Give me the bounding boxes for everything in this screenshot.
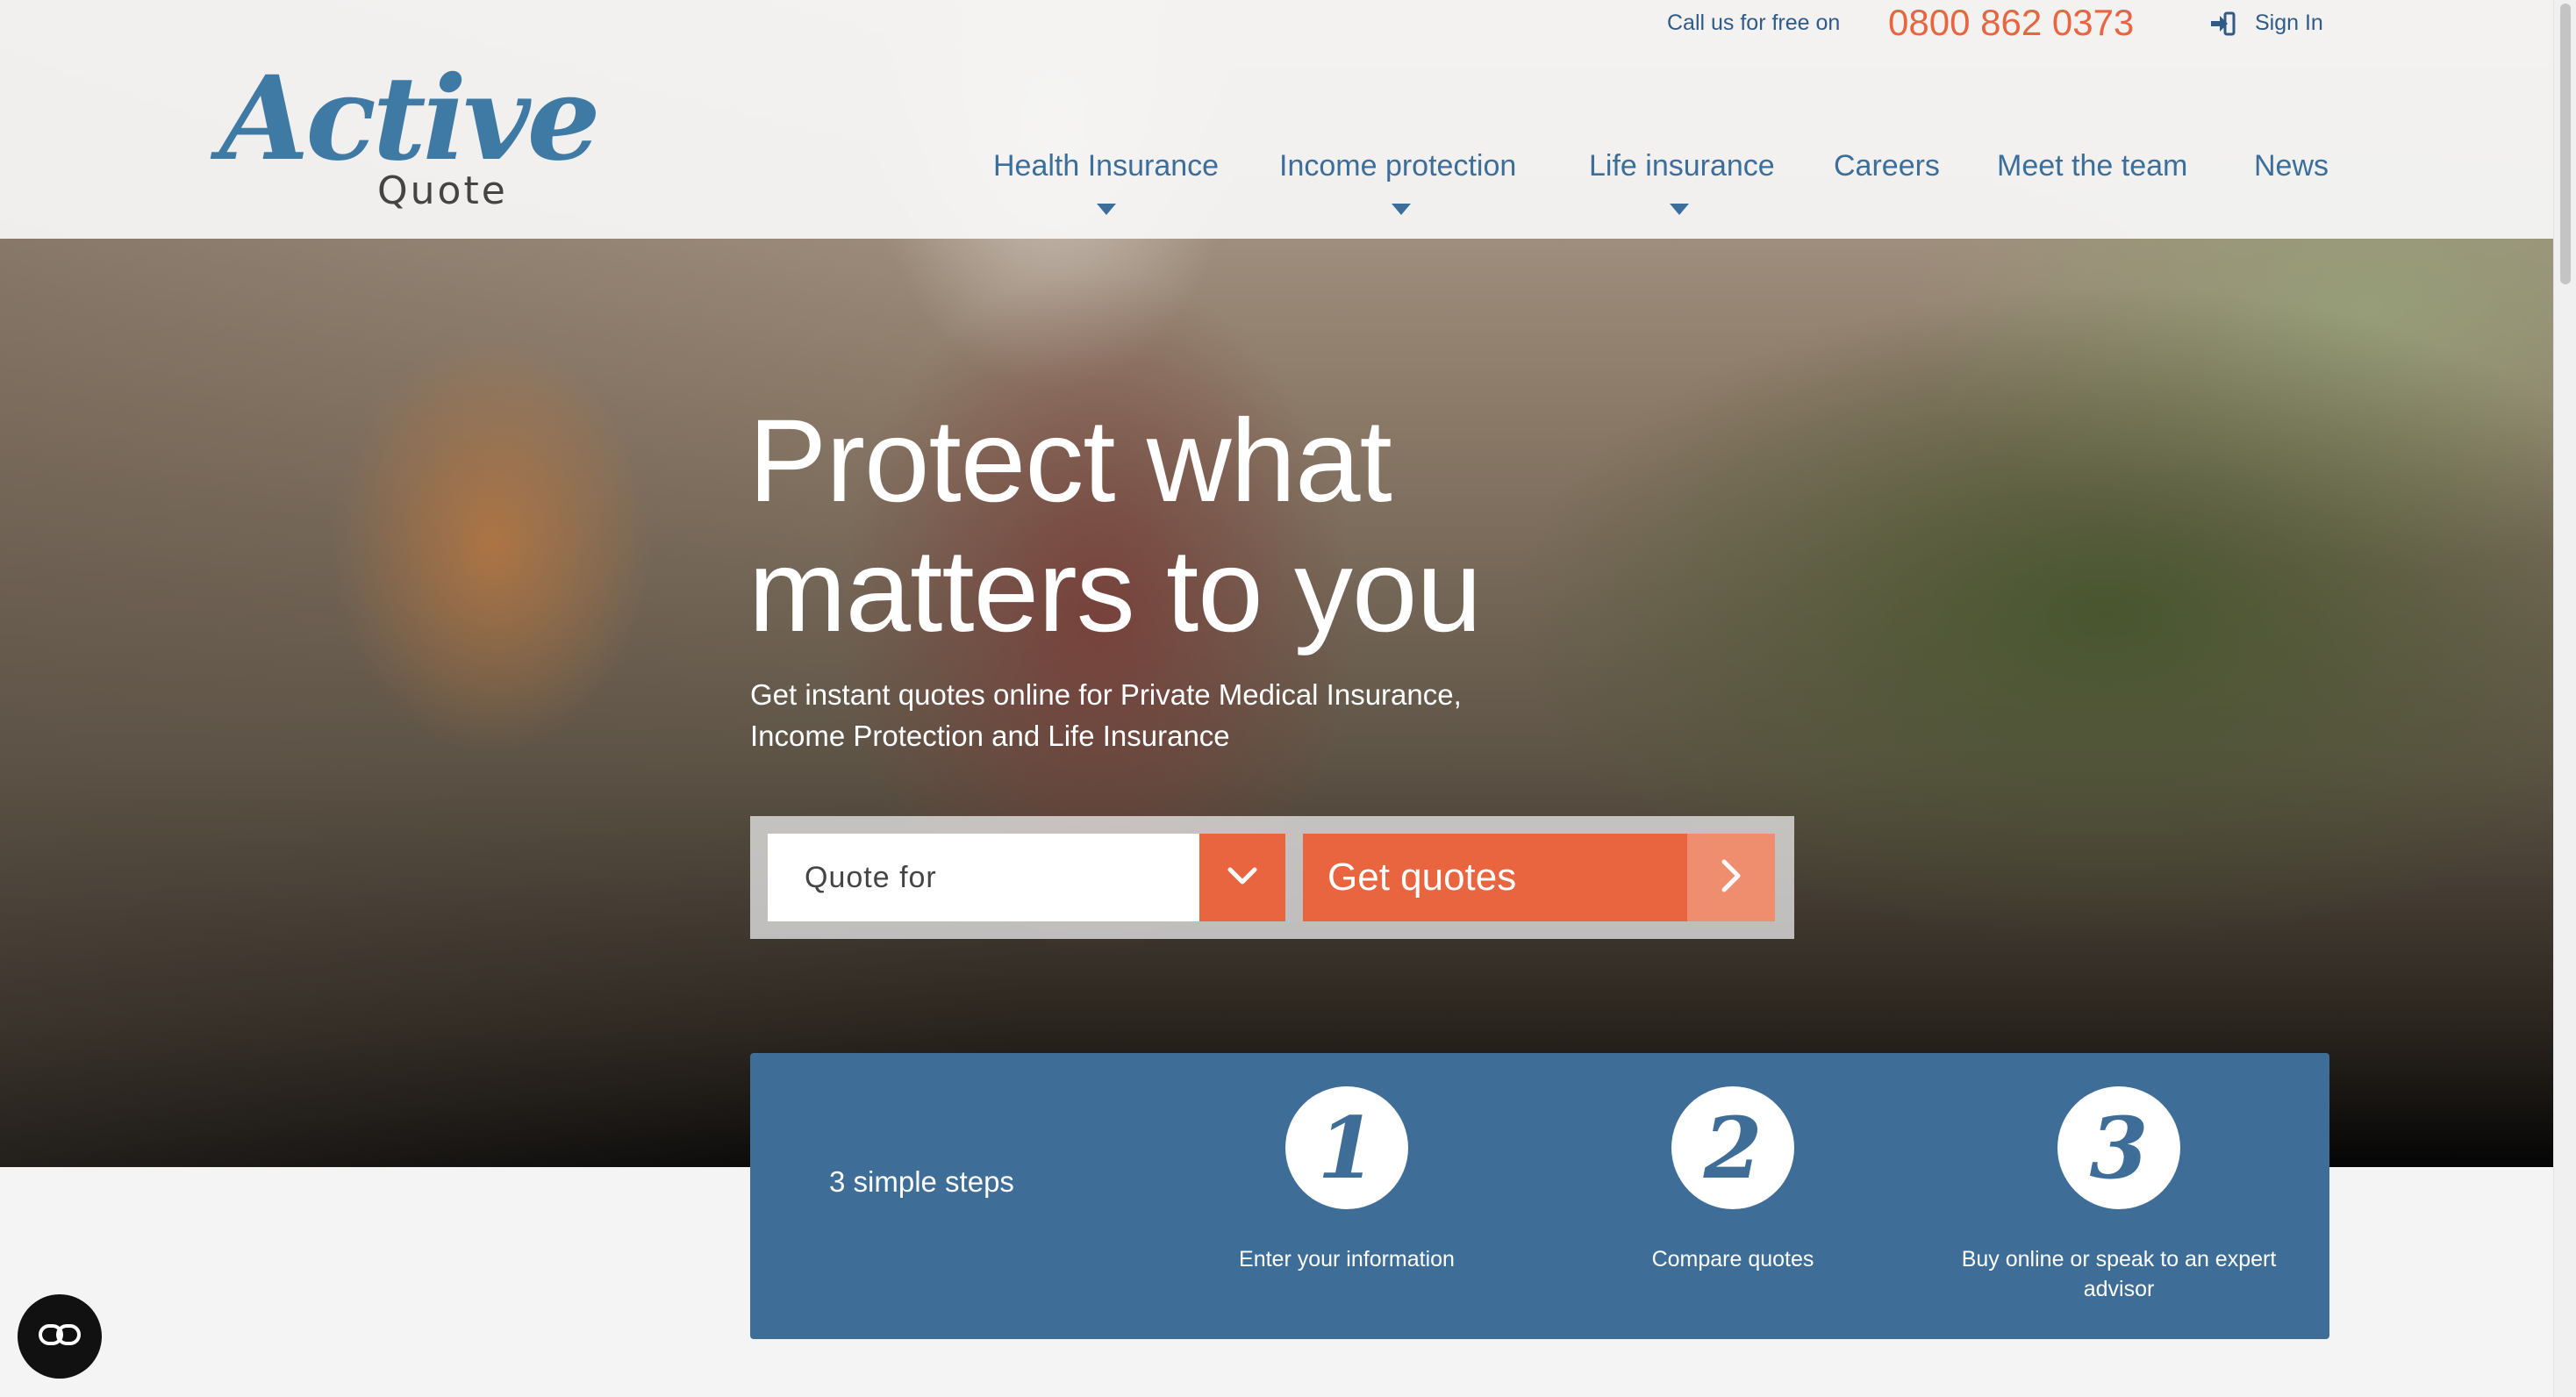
nav-news[interactable]: News — [2254, 149, 2329, 183]
accessibility-icon — [38, 1322, 82, 1352]
headline-line-1: Protect what — [748, 396, 1392, 527]
nav-label: Life insurance — [1589, 149, 1775, 183]
hero-subheading: Get instant quotes online for Private Me… — [750, 674, 1575, 756]
headline-line-2: matters to you — [748, 526, 1482, 656]
step-3: 3 Buy online or speak to an expert advis… — [1926, 1086, 2312, 1304]
site-header: Active Quote Call us for free on 0800 86… — [0, 0, 2553, 239]
caret-down-icon — [1670, 204, 1689, 215]
nav-label: News — [2254, 149, 2329, 183]
nav-label: Meet the team — [1997, 149, 2188, 183]
quote-for-select[interactable]: Quote for — [768, 834, 1199, 921]
logo-wordmark: Active — [219, 51, 601, 187]
sign-in-label: Sign In — [2255, 11, 2323, 35]
sign-in-icon — [2209, 11, 2236, 36]
step-2: 2 Compare quotes — [1540, 1086, 1926, 1274]
sign-in-link[interactable]: Sign In — [2209, 11, 2323, 36]
three-steps-panel: 3 simple steps 1 Enter your information … — [750, 1053, 2329, 1339]
page-scrollbar[interactable] — [2553, 0, 2576, 1397]
nav-meet-the-team[interactable]: Meet the team — [1997, 149, 2187, 183]
steps-title: 3 simple steps — [829, 1165, 1014, 1198]
nav-label: Careers — [1834, 149, 1940, 183]
nav-label: Income protection — [1279, 149, 1517, 183]
step-label: Buy online or speak to an expert advisor — [1961, 1247, 2277, 1301]
step-number-badge: 1 — [1285, 1086, 1408, 1209]
get-quotes-arrow-button[interactable] — [1687, 834, 1775, 921]
scrollbar-thumb[interactable] — [2560, 4, 2571, 284]
chevron-down-icon — [1227, 865, 1258, 891]
step-1: 1 Enter your information — [1154, 1086, 1540, 1274]
nav-careers[interactable]: Careers — [1834, 149, 1940, 183]
chevron-right-icon — [1721, 858, 1742, 898]
logo-subtext: Quote — [377, 168, 508, 213]
get-quotes-button[interactable]: Get quotes — [1303, 834, 1687, 921]
page: Active Quote Call us for free on 0800 86… — [0, 0, 2576, 1397]
phone-number-link[interactable]: 0800 862 0373 — [1888, 2, 2134, 44]
accessibility-button[interactable] — [18, 1294, 102, 1379]
step-label: Enter your information — [1239, 1247, 1455, 1272]
step-number-badge: 2 — [1671, 1086, 1794, 1209]
active-quote-logo[interactable]: Active Quote — [219, 61, 601, 219]
quote-form: Quote for Get quotes — [750, 816, 1794, 939]
nav-health-insurance[interactable]: Health Insurance — [993, 149, 1220, 215]
step-number-badge: 3 — [2057, 1086, 2180, 1209]
caret-down-icon — [1097, 204, 1116, 215]
caret-down-icon — [1392, 204, 1411, 215]
step-label: Compare quotes — [1651, 1247, 1814, 1272]
call-us-label: Call us for free on — [1667, 11, 1841, 35]
nav-life-insurance[interactable]: Life insurance — [1589, 149, 1775, 215]
quote-for-dropdown-button[interactable] — [1199, 834, 1285, 921]
nav-income-protection[interactable]: Income protection — [1279, 149, 1517, 215]
subhead-line-1: Get instant quotes online for Private Me… — [750, 678, 1462, 711]
hero-headline: Protect what matters to you — [748, 397, 1714, 656]
nav-label: Health Insurance — [993, 149, 1220, 183]
subhead-line-2: Income Protection and Life Insurance — [750, 720, 1230, 752]
